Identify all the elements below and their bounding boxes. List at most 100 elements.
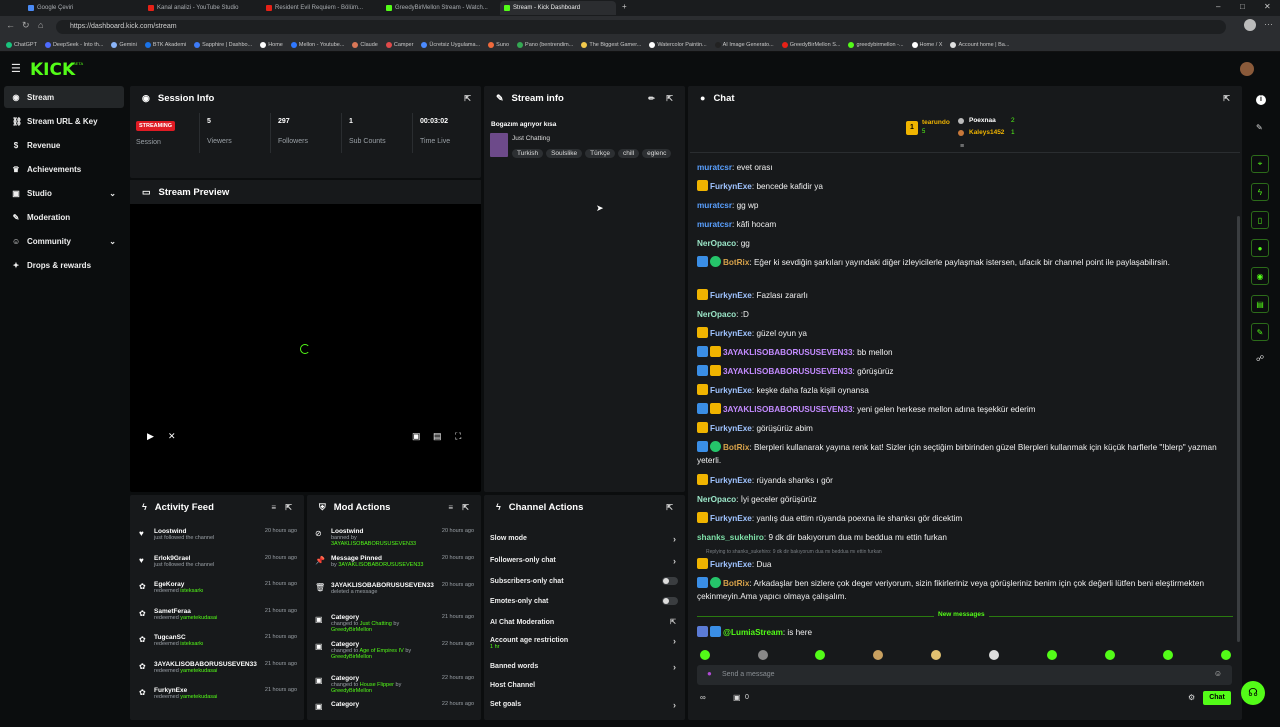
gear-icon[interactable]: ⚙ — [1188, 693, 1195, 702]
fullscreen-icon[interactable]: ⛶ — [455, 431, 461, 442]
microphone-icon[interactable]: ● — [707, 669, 712, 678]
chat-username[interactable]: BotRix — [723, 443, 749, 452]
popout-icon[interactable]: ⇱ — [666, 503, 673, 512]
reload-icon[interactable]: ↻ — [22, 20, 30, 31]
kick-logo[interactable]: KICK — [30, 60, 75, 80]
browser-tab[interactable]: Google Çeviri — [24, 1, 144, 15]
calendar-tool-icon[interactable]: ▤ — [1251, 295, 1269, 313]
activity-item[interactable]: Loostwind just followed the channel 20 hou… — [154, 528, 297, 552]
emote-icon[interactable] — [758, 650, 768, 660]
broadcast-tool-icon[interactable]: ◉ — [1251, 267, 1269, 285]
activity-item[interactable]: FurkynExe redeemed yametekudasai 21 hours … — [154, 687, 297, 711]
sidebar-item-community[interactable]: ☺ Community ⌄ — [4, 230, 124, 252]
chat-username[interactable]: FurkynExe — [710, 386, 752, 395]
channel-action-set-goals[interactable]: Set goals › — [490, 700, 680, 710]
emoji-icon[interactable]: ☺ — [1214, 669, 1222, 678]
emote-icon[interactable] — [700, 650, 710, 660]
edit-icon[interactable]: ✏ — [648, 94, 655, 103]
bookmark-item[interactable]: BTK Akademi — [144, 41, 186, 48]
infinity-icon[interactable]: ∞ — [700, 693, 706, 702]
bookmark-item[interactable]: Claude — [352, 41, 378, 48]
chat-username[interactable]: NerOpaco — [697, 495, 736, 504]
bookmark-item[interactable]: Gemini — [111, 41, 137, 48]
emote-icon[interactable] — [931, 650, 941, 660]
channel-action-slow-mode[interactable]: Slow mode › — [490, 534, 680, 544]
browser-tab[interactable]: Resident Evil Requiem - Bölüm... — [262, 1, 370, 15]
bookmark-item[interactable]: The Biggest Gamer... — [581, 41, 641, 48]
sidebar-item-revenue[interactable]: $ Revenue — [4, 134, 124, 156]
overlay-tool-icon[interactable]: ⌖ — [1251, 155, 1269, 173]
chat-username[interactable]: FurkynExe — [710, 424, 752, 433]
bookmark-item[interactable]: Home — [260, 41, 283, 48]
emote-icon[interactable] — [815, 650, 825, 660]
lightning-tool-icon[interactable]: ϟ — [1251, 183, 1269, 201]
chat-username[interactable]: BotRix — [723, 258, 749, 267]
url-input[interactable]: https://dashboard.kick.com/stream — [56, 20, 1226, 34]
popout-icon[interactable]: ⇱ — [285, 503, 292, 512]
profile-avatar[interactable] — [1244, 19, 1256, 31]
popout-icon[interactable]: ⇱ — [462, 503, 469, 512]
mod-action-item[interactable]: Category 22 hours ago — [331, 701, 474, 727]
chat-username[interactable]: FurkynExe — [710, 560, 752, 569]
channel-action-host-channel[interactable]: Host Channel — [490, 682, 680, 689]
bookmark-item[interactable]: Account home | Ba... — [950, 41, 1009, 48]
chat-username[interactable]: BotRix — [723, 579, 749, 588]
user-avatar[interactable] — [1240, 62, 1254, 76]
mod-action-item[interactable]: 3AYAKLISOBABORUSUSEVEN33 deleted a messag… — [331, 582, 474, 608]
filter-icon[interactable]: ≡ — [271, 503, 276, 512]
filter-icon[interactable]: ≡ — [448, 503, 453, 512]
bookmark-item[interactable]: ChatGPT — [6, 41, 37, 48]
popout-icon[interactable]: ⇱ — [666, 94, 673, 103]
browser-tab[interactable]: Kanal analizi - YouTube Studio — [144, 1, 252, 15]
chat-username[interactable]: FurkynExe — [710, 514, 752, 523]
popout-icon[interactable]: ⇱ — [464, 94, 471, 103]
support-button[interactable]: ☊ — [1241, 681, 1265, 705]
bookmark-item[interactable]: GreedyBirMellon S... — [781, 41, 840, 48]
toggle-switch[interactable] — [662, 577, 678, 585]
chat-username[interactable]: shanks_sukehiro — [697, 533, 764, 542]
emote-icon[interactable] — [1163, 650, 1173, 660]
close-icon[interactable]: ✕ — [1264, 2, 1271, 11]
bookmark-item[interactable]: greedybirmellon -... — [848, 41, 904, 48]
sidebar-item-moderation[interactable]: ✎ Moderation — [4, 206, 124, 228]
chat-username[interactable]: NerOpaco — [697, 310, 736, 319]
emote-icon[interactable] — [989, 650, 999, 660]
back-icon[interactable]: ← — [6, 20, 15, 30]
bookmark-item[interactable]: DeepSeek - Into th... — [44, 41, 103, 48]
sidebar-item-studio[interactable]: ▣ Studio ⌄ — [4, 182, 124, 204]
chat-username[interactable]: NerOpaco — [697, 239, 736, 248]
bookmark-item[interactable]: Camper — [385, 41, 413, 48]
mod-action-item[interactable]: Category changed to Age of Empires IV by … — [331, 641, 474, 667]
chat-username[interactable]: 3AYAKLISOBABORUSUSEVEN33 — [723, 367, 853, 376]
minimize-icon[interactable]: – — [1216, 2, 1220, 11]
info-icon[interactable]: i — [1256, 95, 1266, 105]
bookmark-item[interactable]: Watercolor Paintin... — [649, 41, 707, 48]
play-icon[interactable]: ▶ — [147, 431, 154, 442]
bookmark-item[interactable]: Ücretsiz Uygulama... — [421, 41, 480, 48]
chat-username[interactable]: FurkynExe — [710, 291, 752, 300]
bookmark-item[interactable]: Suno — [488, 41, 509, 48]
chat-input[interactable]: Send a message — [722, 671, 775, 678]
activity-item[interactable]: Erlok9Grael just followed the channel 20 h… — [154, 555, 297, 579]
mod-action-item[interactable]: Category changed to Just Chatting by Gree… — [331, 614, 474, 640]
hamburger-menu-icon[interactable]: ☰ — [11, 62, 21, 75]
new-tab-icon[interactable]: + — [622, 2, 627, 11]
expand-leaderboard-icon[interactable]: ≡ — [960, 143, 964, 150]
send-chat-button[interactable]: Chat — [1203, 691, 1231, 705]
chat-username[interactable]: FurkynExe — [710, 329, 752, 338]
bookmark-item[interactable]: Mellon - Youtube... — [290, 41, 344, 48]
browser-tab[interactable]: GreedyBirMellon Stream - Watch... — [382, 1, 490, 15]
home-icon[interactable]: ⌂ — [38, 20, 43, 30]
document-tool-icon[interactable]: ▯ — [1251, 211, 1269, 229]
chat-tool-icon[interactable]: ● — [1251, 239, 1269, 257]
channel-action-account-age-restriction[interactable]: Account age restriction › 1 hr — [490, 636, 680, 650]
channel-action-banned-words[interactable]: Banned words › — [490, 662, 680, 672]
browser-tab-active[interactable]: Stream - Kick Dashboard — [500, 1, 616, 15]
bookmark-item[interactable]: AI Image Generato... — [714, 41, 774, 48]
activity-item[interactable]: EgeKoray redeemed isteksarkı 21 hours ago — [154, 581, 297, 605]
new-messages-label[interactable]: New messages — [934, 611, 989, 618]
channel-action-followers-only-chat[interactable]: Followers-only chat › — [490, 556, 680, 566]
emote-icon[interactable] — [1047, 650, 1057, 660]
sidebar-item-achievements[interactable]: ♛ Achievements — [4, 158, 124, 180]
mod-action-item[interactable]: Loostwind banned by 3AYAKLISOBABORUSUSEVE… — [331, 528, 474, 554]
